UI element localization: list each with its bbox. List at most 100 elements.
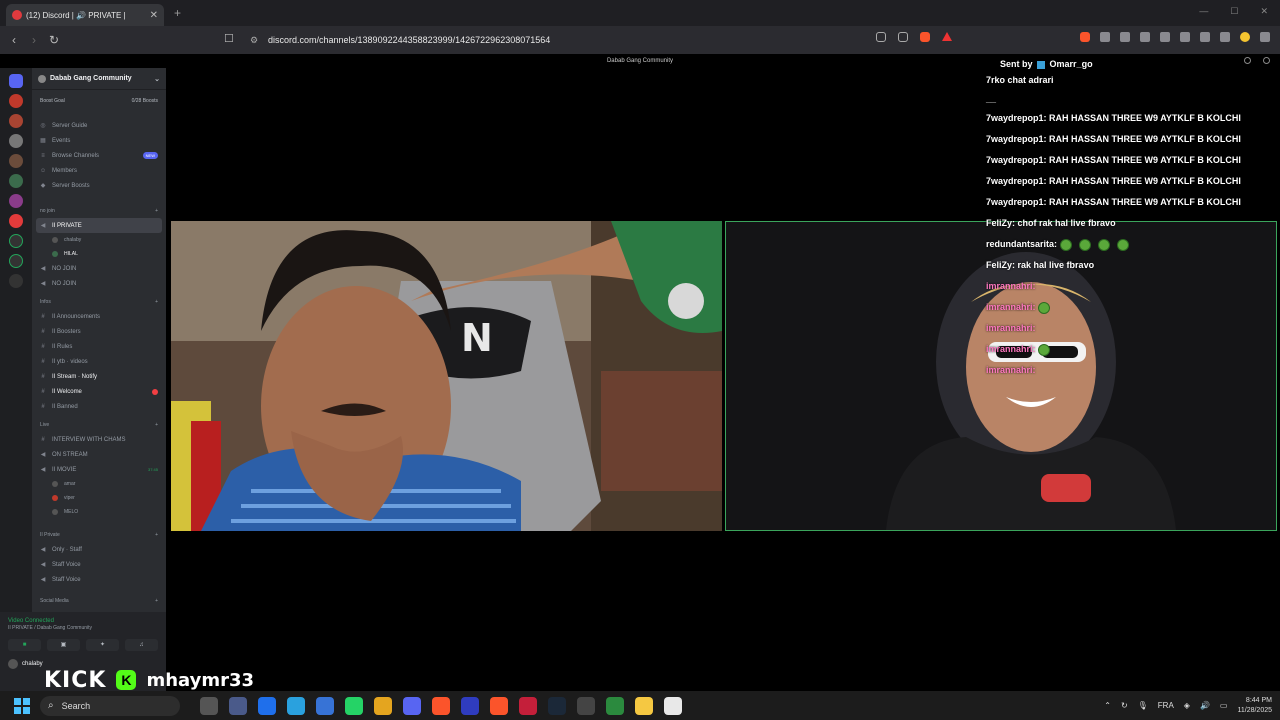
voice-user[interactable]: MELO <box>32 505 166 519</box>
voice-user[interactable]: amar <box>32 477 166 491</box>
taskbar-search[interactable]: ⌕ Search <box>40 695 180 716</box>
language-indicator[interactable]: FRA <box>1158 701 1174 710</box>
telegram-icon[interactable] <box>287 696 305 715</box>
text-channel[interactable]: # II Stream · Notify <box>32 369 166 384</box>
text-channel[interactable]: # II Banned <box>32 399 166 414</box>
task-view-icon[interactable] <box>200 696 218 715</box>
sidebar-icon[interactable] <box>1160 32 1170 42</box>
voice-user[interactable]: viper <box>32 491 166 505</box>
discover-icon[interactable] <box>9 254 23 268</box>
leo-icon[interactable] <box>1200 32 1210 42</box>
category-nojoin[interactable]: no join + <box>32 203 166 218</box>
text-channel[interactable]: # II Welcome <box>32 384 166 399</box>
app-icon[interactable] <box>229 696 247 715</box>
events-item[interactable]: ▦ Events <box>32 133 166 148</box>
stage-channel[interactable]: # INTERVIEW WITH CHAMS <box>32 432 166 447</box>
reload-icon[interactable]: ↻ <box>44 33 64 47</box>
app-icon[interactable] <box>316 696 334 715</box>
voice-channel-movie[interactable]: ◀ II MOVIE 37:45 <box>32 462 166 477</box>
extension-icon[interactable] <box>1080 32 1090 42</box>
brave-icon[interactable] <box>432 696 450 715</box>
text-channel[interactable]: # II Announcements <box>32 309 166 324</box>
media-icon[interactable] <box>1140 32 1150 42</box>
screen-share-button[interactable]: ▣ <box>47 639 80 651</box>
boost-goal[interactable]: Boost Goal 0/28 Boosts <box>32 90 166 108</box>
voice-channel[interactable]: ◀ Staff Voice <box>32 557 166 572</box>
voice-user[interactable]: chalaby <box>32 233 166 247</box>
soundboard-button[interactable]: ♫ <box>125 639 158 651</box>
wallet-icon[interactable] <box>1180 32 1190 42</box>
mic-icon[interactable]: 🎙 <box>1138 701 1148 710</box>
brave-icon[interactable] <box>490 696 508 715</box>
server-icon[interactable] <box>9 154 23 168</box>
file-explorer-icon[interactable] <box>635 696 653 715</box>
brave-shields-icon[interactable] <box>920 32 930 42</box>
activities-button[interactable]: ✦ <box>86 639 119 651</box>
screenshot-icon[interactable] <box>1120 32 1130 42</box>
tab-close-icon[interactable]: ✕ <box>150 10 158 21</box>
server-icon[interactable] <box>9 114 23 128</box>
site-info-icon[interactable]: ⚙ <box>250 35 260 45</box>
text-channel[interactable]: # II ytb · videos <box>32 354 166 369</box>
browse-channels-item[interactable]: ≡ Browse Channels NEW <box>32 148 166 163</box>
whatsapp-icon[interactable] <box>345 696 363 715</box>
voice-channel-nojoin[interactable]: ◀ NO JOIN <box>32 276 166 291</box>
close-window-button[interactable]: ✕ <box>1260 6 1268 17</box>
voice-channel-path[interactable]: II PRIVATE / Dabab Gang Community <box>8 625 158 631</box>
puzzle-icon[interactable] <box>1100 32 1110 42</box>
voice-channel[interactable]: ◀ Only · Staff <box>32 542 166 557</box>
server-boosts-item[interactable]: ◆ Server Boosts <box>32 178 166 193</box>
windows-start-icon[interactable] <box>14 697 30 714</box>
voice-channel[interactable]: ◀ ON STREAM <box>32 447 166 462</box>
zoom-icon[interactable] <box>876 32 886 42</box>
text-channel[interactable]: # II Boosters <box>32 324 166 339</box>
voice-channel[interactable]: ◀ Staff Voice <box>32 572 166 587</box>
app-icon[interactable] <box>519 696 537 715</box>
volume-icon[interactable]: 🔊 <box>1200 701 1210 710</box>
server-icon[interactable] <box>9 94 23 108</box>
category-social[interactable]: Social Media + <box>32 593 166 608</box>
obs-icon[interactable] <box>577 696 595 715</box>
share-icon[interactable] <box>898 32 908 42</box>
profile-icon[interactable] <box>1240 32 1250 42</box>
add-server-icon[interactable] <box>9 234 23 248</box>
video-tile-left[interactable]: N <box>171 221 722 531</box>
server-icon-active[interactable] <box>9 214 23 228</box>
sync-icon[interactable]: ↻ <box>1121 701 1128 710</box>
chevron-up-icon[interactable]: ⌃ <box>1104 701 1111 710</box>
browser-tab[interactable]: (12) Discord | 🔊 PRIVATE | ✕ <box>6 4 164 26</box>
app-icon[interactable] <box>461 696 479 715</box>
server-icon[interactable] <box>9 174 23 188</box>
camera-button[interactable]: ■ <box>8 639 41 651</box>
app-icon[interactable] <box>664 696 682 715</box>
voice-channel-nojoin[interactable]: ◀ NO JOIN <box>32 261 166 276</box>
maximize-button[interactable]: ☐ <box>1230 6 1238 17</box>
brave-rewards-icon[interactable] <box>942 32 952 41</box>
vpn-icon[interactable] <box>1220 32 1230 42</box>
download-icon[interactable] <box>9 274 23 288</box>
server-guide-item[interactable]: ◎ Server Guide <box>32 118 166 133</box>
voice-channel-private[interactable]: ◀ II PRIVATE <box>36 218 162 233</box>
text-channel[interactable]: # II Rules <box>32 339 166 354</box>
app-icon[interactable] <box>606 696 624 715</box>
app-icon[interactable] <box>403 696 421 715</box>
new-tab-button[interactable]: + <box>174 6 181 20</box>
server-header[interactable]: Dabab Gang Community ⌄ <box>32 68 166 90</box>
minimize-button[interactable]: — <box>1199 6 1208 17</box>
network-icon[interactable]: ◈ <box>1184 701 1190 710</box>
server-icon[interactable] <box>9 194 23 208</box>
members-item[interactable]: ☺ Members <box>32 163 166 178</box>
category-live[interactable]: Live + <box>32 417 166 432</box>
url-field[interactable]: ⚙ discord.com/channels/13890922443588239… <box>250 30 970 50</box>
server-icon[interactable] <box>9 134 23 148</box>
steam-icon[interactable] <box>548 696 566 715</box>
menu-icon[interactable] <box>1260 32 1270 42</box>
discord-home-icon[interactable] <box>9 74 23 88</box>
category-infos[interactable]: Infos + <box>32 294 166 309</box>
battery-icon[interactable]: ▭ <box>1220 701 1228 710</box>
category-private[interactable]: II Private + <box>32 527 166 542</box>
chrome-icon[interactable] <box>374 696 392 715</box>
forward-arrow-icon[interactable]: › <box>24 33 44 47</box>
edge-icon[interactable] <box>258 696 276 715</box>
clock[interactable]: 8:44 PM 11/28/2025 <box>1237 696 1272 716</box>
